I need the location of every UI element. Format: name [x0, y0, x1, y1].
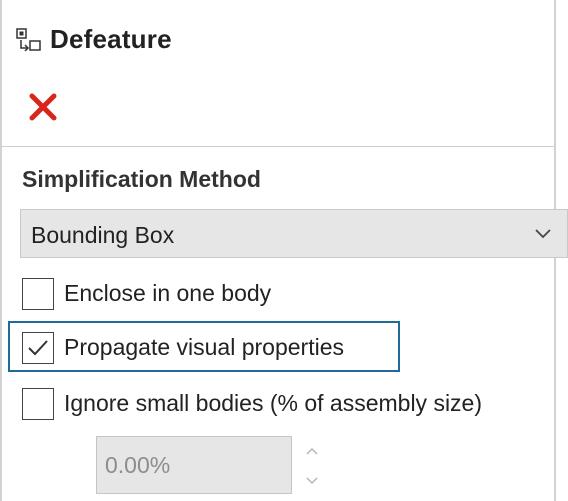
- ignore-small-bodies-option[interactable]: Ignore small bodies (% of assembly size): [20, 386, 560, 426]
- ignore-small-bodies-checkbox[interactable]: [22, 388, 54, 420]
- enclose-checkbox[interactable]: [22, 278, 54, 310]
- propagate-checkbox[interactable]: [22, 332, 54, 364]
- panel-header: Defeature: [2, 0, 554, 147]
- enclose-in-one-body-option[interactable]: Enclose in one body: [20, 276, 320, 316]
- close-icon: [24, 93, 62, 130]
- small-bodies-threshold-input[interactable]: 0.00%: [96, 436, 292, 494]
- defeature-icon: [16, 28, 42, 52]
- checkmark-icon: [28, 340, 48, 356]
- threshold-value: 0.00%: [105, 452, 171, 478]
- spin-down-icon[interactable]: [302, 474, 322, 488]
- chevron-down-icon: [533, 226, 553, 240]
- ignore-small-bodies-label: Ignore small bodies (% of assembly size): [64, 390, 482, 416]
- enclose-label: Enclose in one body: [64, 280, 272, 306]
- simplification-method-dropdown[interactable]: Bounding Box: [20, 209, 568, 258]
- panel-title: Defeature: [50, 24, 172, 54]
- spin-up-icon[interactable]: [302, 444, 322, 458]
- property-manager-panel: Defeature Simplification Method Bounding…: [0, 0, 568, 501]
- propagate-label: Propagate visual properties: [64, 334, 344, 360]
- simplification-method-heading: Simplification Method: [22, 166, 261, 192]
- cancel-button[interactable]: [24, 88, 62, 126]
- propagate-visual-properties-option[interactable]: Propagate visual properties: [20, 330, 400, 370]
- dropdown-selected-value: Bounding Box: [31, 222, 175, 248]
